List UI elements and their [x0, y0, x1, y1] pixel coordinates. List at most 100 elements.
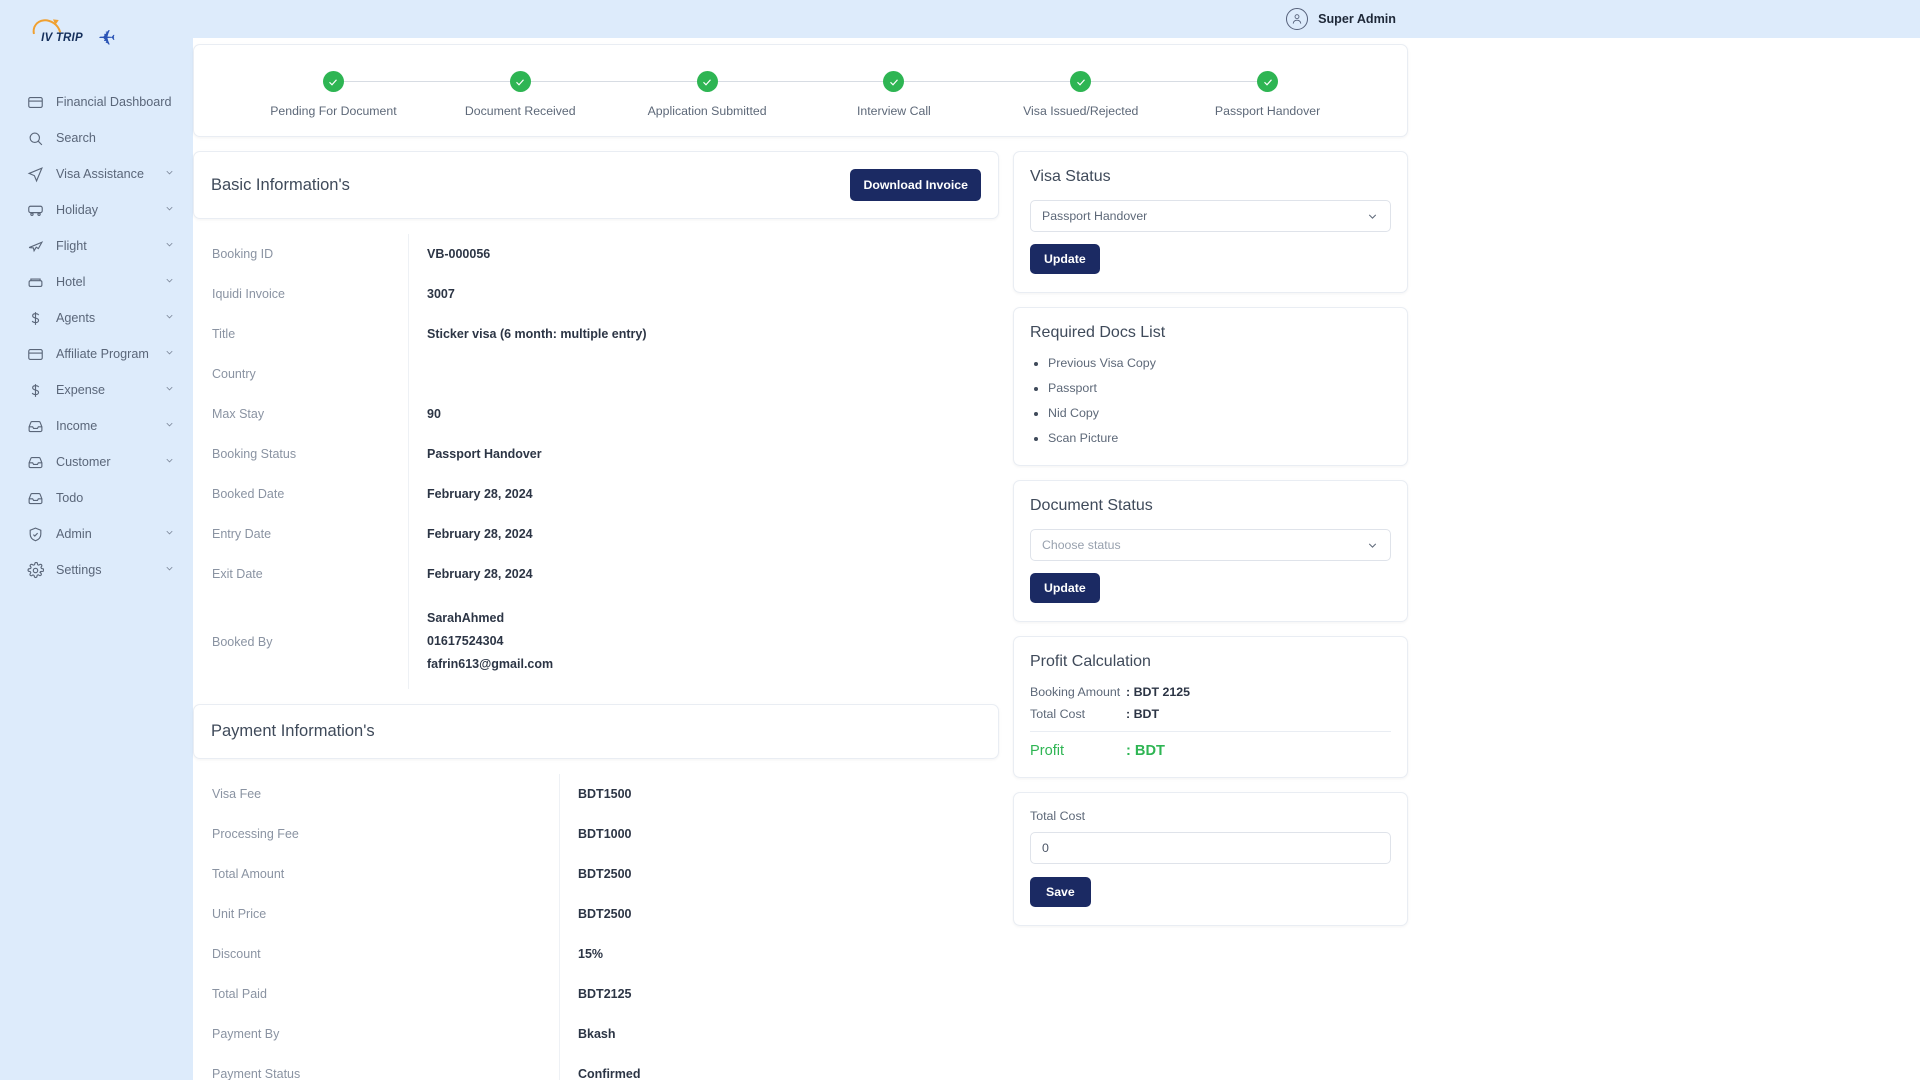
sidebar-item-agents[interactable]: Agents	[0, 300, 193, 336]
row-value: Confirmed	[560, 1054, 999, 1080]
booking-amount-row: Booking Amount : BDT 2125	[1030, 685, 1391, 699]
row-label: Country	[194, 354, 409, 394]
stepper-step[interactable]: Interview Call	[800, 71, 987, 118]
profit-value: : BDT	[1126, 743, 1165, 759]
table-row: Max Stay90	[194, 394, 999, 434]
stepper-step[interactable]: Document Received	[427, 71, 614, 118]
chevron-down-icon	[164, 203, 175, 217]
table-row: Unit PriceBDT2500	[194, 894, 999, 934]
topbar: Super Admin	[193, 0, 1920, 38]
row-value: BDT1000	[560, 814, 999, 854]
visa-status-update-button[interactable]: Update	[1030, 244, 1100, 274]
brand-logo[interactable]: IV TRIP ✈	[0, 12, 193, 56]
chevron-down-icon	[164, 383, 175, 397]
sidebar-item-customer[interactable]: Customer	[0, 444, 193, 480]
total-cost-value: : BDT	[1126, 707, 1159, 721]
chevron-down-icon	[164, 167, 175, 181]
stepper-step[interactable]: Visa Issued/Rejected	[987, 71, 1174, 118]
row-value	[409, 354, 999, 394]
sidebar-item-label: Search	[56, 131, 96, 145]
sidebar-nav: Financial Dashboard Search Visa Assistance…	[0, 84, 193, 588]
list-item: Scan Picture	[1030, 431, 1391, 445]
check-icon	[1070, 71, 1091, 92]
download-invoice-button[interactable]: Download Invoice	[850, 169, 981, 201]
sidebar-item-settings[interactable]: Settings	[0, 552, 193, 588]
basic-information-header: Basic Information's Download Invoice	[194, 152, 998, 218]
step-connector	[614, 81, 697, 82]
sidebar-item-financial-dashboard[interactable]: Financial Dashboard	[0, 84, 193, 120]
sidebar-item-label: Customer	[56, 455, 111, 469]
row-label: Max Stay	[194, 394, 409, 434]
sidebar-item-todo[interactable]: Todo	[0, 480, 193, 516]
row-value: Passport Handover	[409, 434, 999, 474]
row-label: Booking Status	[194, 434, 409, 474]
profit-calculation-title: Profit Calculation	[1030, 653, 1391, 671]
stepper-step[interactable]: Passport Handover	[1174, 71, 1361, 118]
sidebar: IV TRIP ✈ Financial Dashboard Search Visa …	[0, 0, 193, 1080]
card-icon	[26, 93, 44, 111]
list-item: Previous Visa Copy	[1030, 356, 1391, 370]
row-label: Title	[194, 314, 409, 354]
stepper-step-label: Passport Handover	[1215, 104, 1320, 118]
sidebar-item-visa-assistance[interactable]: Visa Assistance	[0, 156, 193, 192]
dollar-icon	[26, 309, 44, 327]
row-label: Exit Date	[194, 554, 409, 594]
total-cost-field-label: Total Cost	[1030, 809, 1391, 823]
save-button[interactable]: Save	[1030, 877, 1091, 907]
stepper-step[interactable]: Pending For Document	[240, 71, 427, 118]
check-icon	[697, 71, 718, 92]
plane-icon	[26, 237, 44, 255]
card-icon	[26, 345, 44, 363]
bus-icon	[26, 201, 44, 219]
row-label: Payment By	[194, 1014, 560, 1054]
document-status-update-button[interactable]: Update	[1030, 573, 1100, 603]
brand-name: IV TRIP	[41, 32, 83, 44]
document-status-select[interactable]: Choose status	[1030, 529, 1391, 561]
sidebar-item-flight[interactable]: Flight	[0, 228, 193, 264]
booked-by-phone: 01617524304	[427, 630, 980, 653]
list-item: Passport	[1030, 381, 1391, 395]
required-docs-title: Required Docs List	[1030, 324, 1391, 342]
profit-row: Profit : BDT	[1030, 743, 1391, 759]
page-content: Pending For Document Document Received App…	[193, 44, 1920, 1080]
main-area: Super Admin Pending For Document Document…	[193, 0, 1920, 1080]
sidebar-item-label: Todo	[56, 491, 83, 505]
chevron-down-icon	[164, 419, 175, 433]
user-menu[interactable]: Super Admin	[1286, 8, 1396, 30]
chevron-down-icon	[164, 275, 175, 289]
row-label: Total Paid	[194, 974, 560, 1014]
total-cost-input[interactable]	[1030, 832, 1391, 864]
sidebar-item-affiliate-program[interactable]: Affiliate Program	[0, 336, 193, 372]
stepper-step[interactable]: Application Submitted	[614, 71, 801, 118]
payment-information-table: Visa FeeBDT1500Processing FeeBDT1000Tota…	[193, 773, 999, 1080]
stepper-step-label: Document Received	[465, 104, 576, 118]
table-row: Total PaidBDT2125	[194, 974, 999, 1014]
dollar-icon	[26, 381, 44, 399]
step-connector	[344, 81, 427, 82]
sidebar-item-label: Affiliate Program	[56, 347, 149, 361]
step-connector	[427, 81, 510, 82]
chevron-down-icon	[164, 347, 175, 361]
sidebar-item-expense[interactable]: Expense	[0, 372, 193, 408]
payment-information-card: Payment Information's	[193, 704, 999, 759]
sidebar-item-holiday[interactable]: Holiday	[0, 192, 193, 228]
table-row: Payment ByBkash	[194, 1014, 999, 1054]
page-title: Basic Information's	[211, 176, 350, 195]
sidebar-item-label: Holiday	[56, 203, 98, 217]
row-label: Booked Date	[194, 474, 409, 514]
row-value: 3007	[409, 274, 999, 314]
stepper-step-label: Pending For Document	[270, 104, 396, 118]
sidebar-item-label: Expense	[56, 383, 105, 397]
check-icon	[510, 71, 531, 92]
basic-information-table: Booking IDVB-000056Iquidi Invoice3007Tit…	[193, 233, 999, 690]
booked-by-name: SarahAhmed	[427, 607, 980, 630]
required-docs-list: Previous Visa CopyPassportNid CopyScan P…	[1030, 356, 1391, 445]
shield-icon	[26, 525, 44, 543]
sidebar-item-hotel[interactable]: Hotel	[0, 264, 193, 300]
sidebar-item-admin[interactable]: Admin	[0, 516, 193, 552]
payment-information-header: Payment Information's	[194, 705, 998, 758]
visa-status-select[interactable]: Passport Handover	[1030, 200, 1391, 232]
sidebar-item-search[interactable]: Search	[0, 120, 193, 156]
row-label: Payment Status	[194, 1054, 560, 1080]
sidebar-item-income[interactable]: Income	[0, 408, 193, 444]
